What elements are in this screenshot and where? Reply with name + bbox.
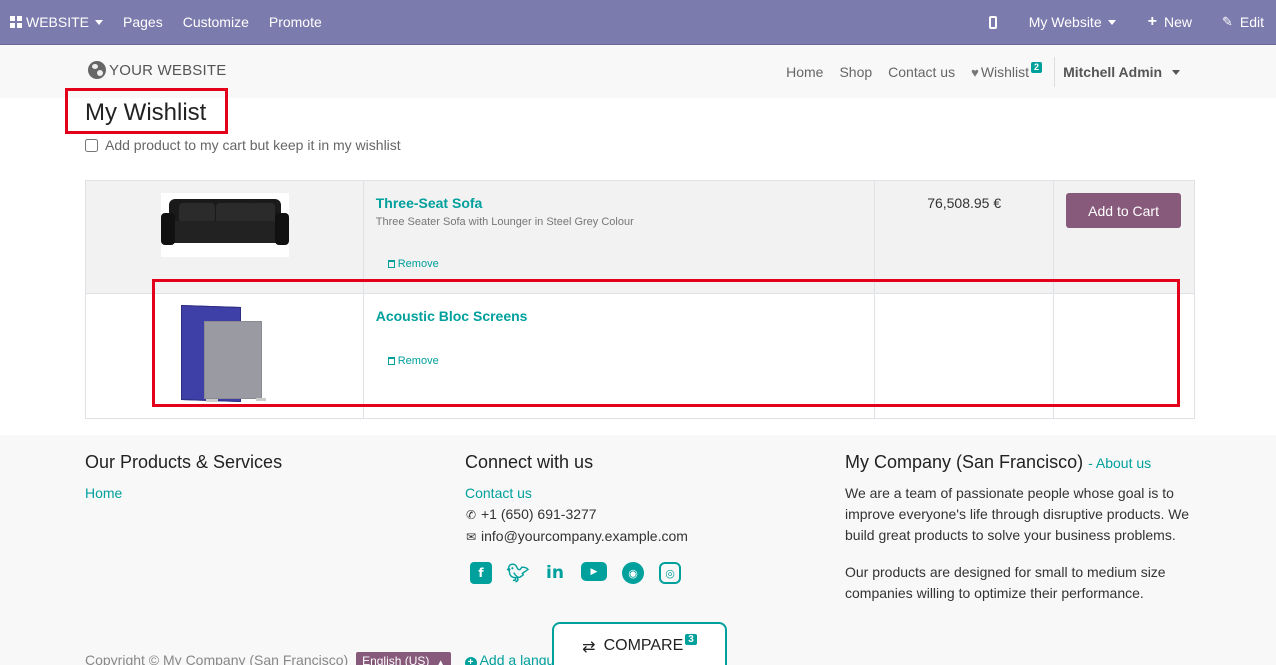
caret-down-icon [1172, 70, 1180, 76]
my-website-label: My Website [1028, 14, 1102, 30]
plus-circle-icon: + [464, 657, 477, 665]
footer-phone: ✆ +1 (650) 691-3277 [465, 504, 696, 526]
nav-wishlist[interactable]: ♥ Wishlist 2 [963, 61, 1050, 80]
footer-contact-link[interactable]: Contact us [465, 483, 696, 504]
keep-in-wishlist-label: Add product to my cart but keep it in my… [105, 137, 401, 153]
product-description: Three Seater Sofa with Lounger in Steel … [375, 216, 634, 228]
apps-grid-icon [10, 16, 22, 28]
website-menu[interactable]: WEBSITE [0, 0, 113, 44]
nav-home[interactable]: Home [778, 64, 831, 80]
company-description: We are a team of passionate people whose… [845, 485, 1190, 543]
caret-up-icon: ▲ [436, 658, 445, 665]
mobile-preview-button[interactable] [967, 0, 1019, 44]
footer-company-column: My Company (San Francisco) - About us We… [845, 452, 1190, 604]
compare-button[interactable]: ⇄ COMPARE 3 [552, 622, 727, 665]
edit-button[interactable]: ✎ Edit [1212, 0, 1276, 44]
footer-company-title: My Company (San Francisco) - About us [845, 452, 1152, 472]
facebook-icon[interactable]: f [470, 562, 492, 584]
action-cell: Add to Cart [1053, 180, 1195, 294]
product-info-cell: Three-Seat Sofa Three Seater Sofa with L… [362, 180, 876, 294]
copyright-text: Copyright © My Company (San Francisco) [85, 652, 349, 665]
compare-count-badge: 3 [685, 634, 697, 645]
about-us-link[interactable]: About us [1096, 455, 1151, 471]
promote-menu[interactable]: Promote [259, 0, 332, 44]
language-label: English (US) [362, 654, 430, 665]
nav-shop[interactable]: Shop [831, 64, 880, 80]
add-to-cart-button[interactable]: Add to Cart [1066, 193, 1182, 228]
user-name: Mitchell Admin [1063, 63, 1163, 80]
table-row: Three-Seat Sofa Three Seater Sofa with L… [85, 180, 1195, 294]
heart-icon: ♥ [971, 64, 979, 80]
caret-down-icon [1107, 19, 1116, 25]
site-logo[interactable]: YOUR WEBSITE [88, 61, 226, 79]
title-highlight-box [65, 88, 228, 134]
footer-connect-title: Connect with us [465, 452, 594, 472]
nav-contact-us[interactable]: Contact us [880, 64, 963, 80]
pages-menu[interactable]: Pages [113, 0, 173, 44]
remove-link[interactable]: Remove [387, 258, 439, 270]
product-image-cell [85, 180, 364, 294]
wishlist-label: Wishlist [980, 63, 1030, 80]
trash-icon [387, 260, 395, 268]
keep-in-wishlist-checkbox[interactable] [85, 138, 98, 152]
main-nav: Home Shop Contact us ♥ Wishlist 2 Mitchell… [778, 45, 1188, 98]
footer-connect-column: Connect with us Contact us ✆ +1 (650) 691… [465, 452, 696, 584]
edit-label: Edit [1239, 14, 1264, 30]
product-price: 76,508.95 € [927, 195, 1002, 211]
sofa-image[interactable] [161, 193, 289, 257]
compare-label: COMPARE [603, 637, 684, 654]
language-selector[interactable]: English (US) ▲ [356, 652, 451, 665]
footer-home-link[interactable]: Home [85, 483, 282, 504]
phone-number: +1 (650) 691-3277 [481, 506, 597, 522]
user-menu[interactable]: Mitchell Admin [1055, 64, 1188, 80]
product-name-link[interactable]: Three-Seat Sofa [376, 195, 483, 211]
price-cell: 76,508.95 € [874, 180, 1055, 294]
customize-menu[interactable]: Customize [173, 0, 259, 44]
footer-email[interactable]: ✉ info@yourcompany.example.com [465, 526, 696, 548]
github-icon[interactable]: ◉ [622, 562, 644, 584]
new-button[interactable]: + New [1138, 0, 1212, 44]
new-label: New [1163, 14, 1192, 30]
envelope-icon: ✉ [465, 530, 477, 544]
globe-icon [88, 61, 106, 79]
twitter-icon[interactable]: 🐦︎ [507, 562, 530, 584]
company-products-text: Our products are designed for small to m… [845, 564, 1166, 601]
exchange-arrows-icon: ⇄ [582, 637, 596, 656]
youtube-icon[interactable]: ▶ [581, 562, 607, 581]
wishlist-count-badge: 2 [1031, 61, 1043, 73]
social-links: f 🐦︎ in ▶ ◉ ◎ [470, 562, 696, 584]
company-name: My Company (San Francisco) [845, 452, 1084, 472]
site-logo-text: YOUR WEBSITE [109, 61, 227, 79]
caret-down-icon [95, 19, 104, 25]
footer-products-title: Our Products & Services [85, 452, 283, 472]
remove-label: Remove [397, 258, 439, 270]
row-highlight-box [152, 279, 1180, 407]
keep-in-wishlist-option[interactable]: Add product to my cart but keep it in my… [85, 137, 401, 153]
my-website-menu[interactable]: My Website [1019, 0, 1138, 44]
email-address: info@yourcompany.example.com [481, 528, 688, 544]
phone-icon: ✆ [465, 508, 477, 522]
plus-icon: + [1147, 13, 1157, 30]
website-menu-label: WEBSITE [26, 14, 90, 30]
footer-products-column: Our Products & Services Home [85, 452, 282, 504]
pencil-icon: ✎ [1221, 14, 1233, 30]
instagram-icon[interactable]: ◎ [659, 562, 681, 584]
linkedin-icon[interactable]: in [544, 562, 566, 584]
admin-bar: WEBSITE Pages Customize Promote My Websi… [0, 0, 1276, 45]
mobile-icon [988, 15, 997, 29]
copyright-bar: Copyright © My Company (San Francisco) E… [85, 652, 578, 665]
